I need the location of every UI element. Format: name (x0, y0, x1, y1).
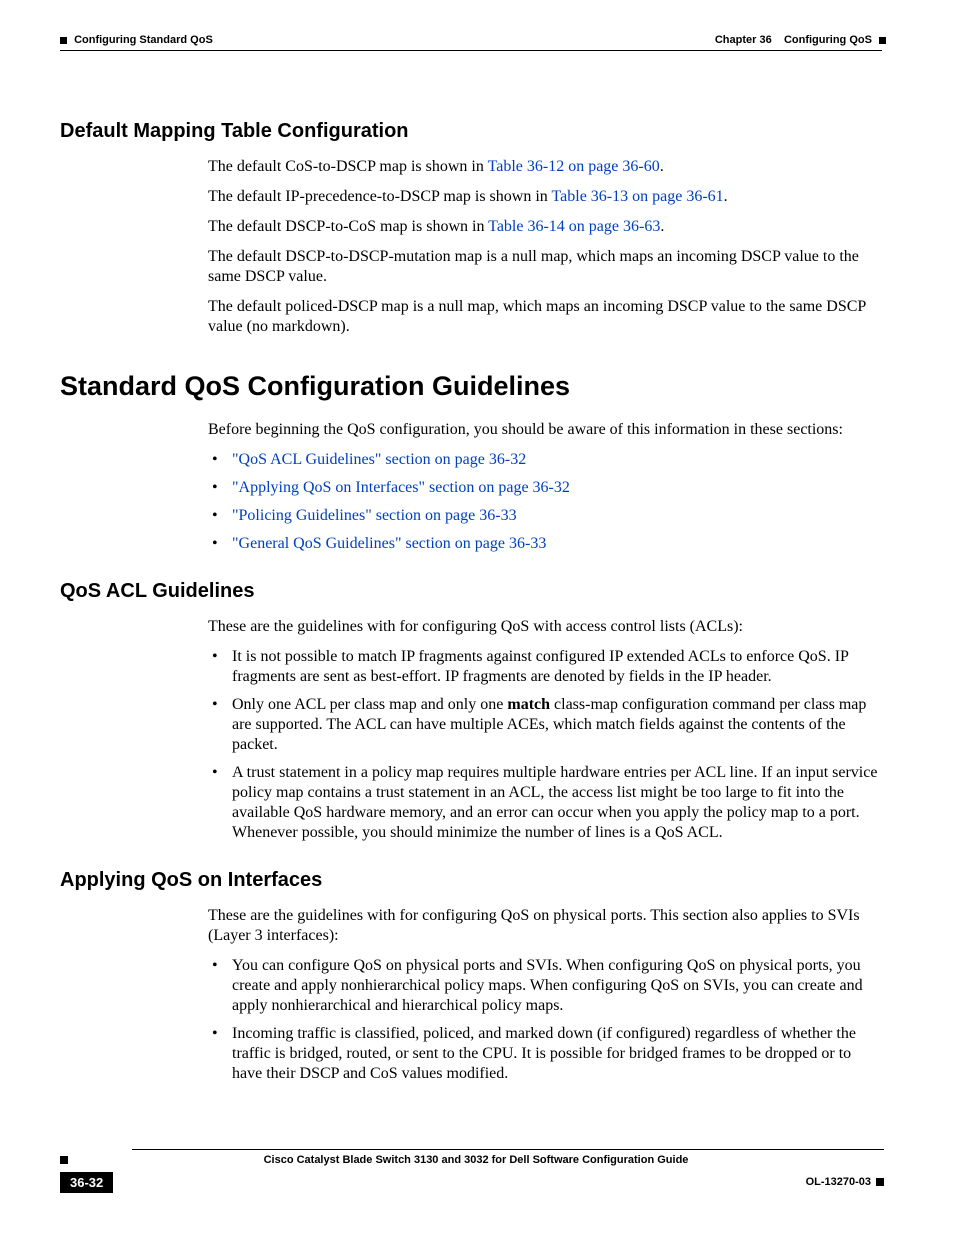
paragraph: The default policed-DSCP map is a null m… (208, 297, 884, 337)
link-general-qos-guidelines[interactable]: "General QoS Guidelines" section on page… (232, 535, 546, 552)
list-item: Incoming traffic is classified, policed,… (208, 1024, 884, 1084)
acl-guidelines-list: It is not possible to match IP fragments… (208, 647, 884, 843)
list-item: "Policing Guidelines" section on page 36… (208, 506, 884, 526)
chapter-number: Chapter 36 (715, 34, 772, 46)
page-footer: Cisco Catalyst Blade Switch 3130 and 303… (60, 1149, 884, 1193)
list-item: Only one ACL per class map and only one … (208, 695, 884, 755)
link-table-36-14[interactable]: Table 36-14 on page 36-63 (488, 218, 660, 235)
link-table-36-13[interactable]: Table 36-13 on page 36-61 (551, 188, 723, 205)
heading-applying-qos-interfaces: Applying QoS on Interfaces (60, 869, 884, 892)
page-number: 36-32 (60, 1172, 113, 1193)
paragraph: The default IP-precedence-to-DSCP map is… (208, 187, 884, 207)
document-id: OL-13270-03 (806, 1172, 884, 1188)
chapter-title: Configuring QoS (784, 34, 872, 46)
list-item: "QoS ACL Guidelines" section on page 36-… (208, 450, 884, 470)
list-item: It is not possible to match IP fragments… (208, 647, 884, 687)
list-item: "General QoS Guidelines" section on page… (208, 534, 884, 554)
heading-standard-qos-guidelines: Standard QoS Configuration Guidelines (60, 371, 884, 402)
guide-title: Cisco Catalyst Blade Switch 3130 and 303… (264, 1154, 689, 1166)
list-item: You can configure QoS on physical ports … (208, 956, 884, 1016)
heading-default-mapping: Default Mapping Table Configuration (60, 120, 884, 143)
section-title: Configuring Standard QoS (74, 34, 213, 46)
link-table-36-12[interactable]: Table 36-12 on page 36-60 (488, 158, 660, 175)
interfaces-guidelines-list: You can configure QoS on physical ports … (208, 956, 884, 1084)
list-item: A trust statement in a policy map requir… (208, 763, 884, 843)
header-marker-icon (60, 37, 67, 44)
guideline-links-list: "QoS ACL Guidelines" section on page 36-… (208, 450, 884, 554)
list-item: "Applying QoS on Interfaces" section on … (208, 478, 884, 498)
paragraph: These are the guidelines with for config… (208, 906, 884, 946)
header-rule (60, 50, 882, 51)
header-chapter: Chapter 36 Configuring QoS (715, 34, 886, 46)
link-policing-guidelines[interactable]: "Policing Guidelines" section on page 36… (232, 507, 517, 524)
header-section: Configuring Standard QoS (60, 34, 213, 46)
footer-marker-icon (876, 1178, 884, 1186)
link-applying-qos-interfaces[interactable]: "Applying QoS on Interfaces" section on … (232, 479, 570, 496)
keyword-match: match (507, 696, 550, 713)
footer-marker-icon (60, 1156, 68, 1164)
paragraph: These are the guidelines with for config… (208, 617, 884, 637)
paragraph: The default DSCP-to-CoS map is shown in … (208, 217, 884, 237)
heading-qos-acl-guidelines: QoS ACL Guidelines (60, 580, 884, 603)
paragraph: Before beginning the QoS configuration, … (208, 420, 884, 440)
paragraph: The default DSCP-to-DSCP-mutation map is… (208, 247, 884, 287)
paragraph: The default CoS-to-DSCP map is shown in … (208, 157, 884, 177)
link-qos-acl-guidelines[interactable]: "QoS ACL Guidelines" section on page 36-… (232, 451, 526, 468)
header-marker-icon (879, 37, 886, 44)
